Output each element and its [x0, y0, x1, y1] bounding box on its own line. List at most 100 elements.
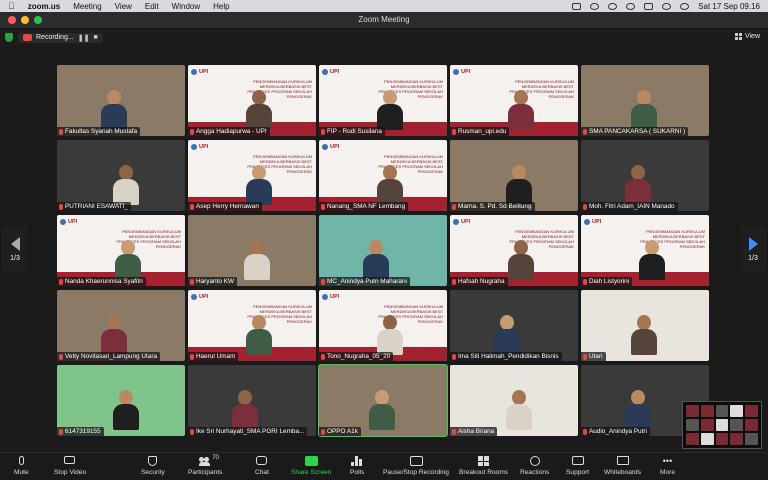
participant-body	[369, 404, 395, 430]
pause-stop-recording-button[interactable]: Pause/Stop Recording	[383, 456, 449, 476]
participant-name: Tono_Nugraha_05_20	[327, 353, 391, 360]
participant-tile[interactable]: UPI PENGEMBANGAN KURIKULUM MERDEKA BERBAS…	[319, 290, 447, 361]
participants-button[interactable]: 70 Participants	[188, 455, 222, 476]
chat-button[interactable]: Chat	[255, 456, 269, 476]
participant-tile[interactable]: Moh. Fitri Adam_IAIN Manado	[581, 140, 709, 211]
breakout-rooms-button[interactable]: Breakout Rooms	[459, 456, 508, 476]
self-view-thumbnail[interactable]	[682, 401, 762, 449]
next-page-button[interactable]: 1/3	[740, 226, 766, 272]
participant-tile[interactable]: UPI PENGEMBANGAN KURIKULUM MERDEKA BERBAS…	[57, 215, 185, 286]
share-screen-button[interactable]: Share Screen	[291, 456, 331, 476]
menu-app-name[interactable]: zoom.us	[28, 2, 60, 11]
participant-tile[interactable]: UPI PENGEMBANGAN KURIKULUM MERDEKA BERBAS…	[188, 65, 316, 136]
video-status-icon[interactable]	[572, 2, 582, 10]
stop-video-button[interactable]: Stop Video	[54, 456, 86, 476]
upi-logo: UPI	[584, 219, 601, 225]
siri-icon[interactable]	[680, 2, 690, 10]
participant-head	[514, 240, 528, 255]
mute-label: Mute	[14, 469, 29, 476]
participant-tile[interactable]: Fakultas Syariah Mustafa	[57, 65, 185, 136]
participant-body	[508, 254, 534, 280]
participant-tile[interactable]: Aisha Briana	[450, 365, 578, 436]
recording-indicator: Recording... ❚❚ ■	[18, 32, 103, 43]
participant-tile[interactable]: UPI PENGEMBANGAN KURIKULUM MERDEKA BERBAS…	[188, 290, 316, 361]
participant-tile[interactable]: UPI PENGEMBANGAN KURIKULUM MERDEKA BERBAS…	[319, 140, 447, 211]
menu-window[interactable]: Window	[172, 2, 200, 11]
more-button[interactable]: ••• More	[660, 456, 675, 476]
smiley-icon	[529, 456, 541, 467]
polls-button[interactable]: Polls	[350, 456, 364, 476]
chat-label: Chat	[255, 469, 269, 476]
menubar-clock[interactable]: Sat 17 Sep 09.16	[698, 2, 760, 11]
participant-silhouette	[101, 90, 127, 130]
participant-tile[interactable]: UPI PENGEMBANGAN KURIKULUM MERDEKA BERBAS…	[319, 65, 447, 136]
support-button[interactable]: Support	[566, 456, 589, 476]
menubar-status-area: Sat 17 Sep 09.16	[572, 2, 760, 11]
participant-name: PUTRIANI ESAWATI_	[65, 203, 128, 210]
participants-icon: 70	[199, 455, 219, 467]
menu-help[interactable]: Help	[213, 2, 229, 11]
gallery-view: 1/3 1/3 Fakultas Syariah Mustafa UPI PENGE…	[0, 46, 768, 452]
whiteboards-button[interactable]: Whiteboards	[604, 456, 641, 476]
participant-tile[interactable]: UPI PENGEMBANGAN KURIKULUM MERDEKA BERBAS…	[188, 140, 316, 211]
participant-body	[639, 254, 665, 280]
university-seal-icon	[453, 219, 459, 225]
menu-view[interactable]: View	[115, 2, 132, 11]
participant-tile[interactable]: UPI PENGEMBANGAN KURIKULUM MERDEKA BERBAS…	[450, 65, 578, 136]
cloud-icon[interactable]	[608, 2, 618, 10]
participant-tile[interactable]: OPPO A1k	[318, 364, 448, 437]
security-button[interactable]: Security	[141, 456, 165, 476]
pause-recording-icon[interactable]: ❚❚	[78, 34, 90, 42]
view-button[interactable]: View	[734, 33, 760, 40]
participant-silhouette	[246, 315, 272, 355]
participant-tile[interactable]: 6147319155	[57, 365, 185, 436]
participant-tile[interactable]: MC_Anindya Putri Maharani	[319, 215, 447, 286]
muted-mic-icon	[59, 278, 63, 285]
participant-tile[interactable]: SMA PANCAKARSA ( SUKARNI )	[581, 65, 709, 136]
upi-logo-text: UPI	[199, 69, 209, 75]
microphone-icon	[15, 456, 27, 467]
participant-tile[interactable]: Ima Siti Halimah_Pendidikan Bisnis	[450, 290, 578, 361]
wifi-icon[interactable]	[626, 2, 636, 10]
participant-silhouette	[113, 390, 139, 430]
support-icon	[571, 456, 584, 467]
participant-tile[interactable]: Marna. S. Pd. Sd Belitung	[450, 140, 578, 211]
apple-logo-icon[interactable]: 	[8, 1, 15, 11]
participant-head	[512, 165, 526, 180]
participant-tile[interactable]: PUTRIANI ESAWATI_	[57, 140, 185, 211]
search-icon[interactable]	[662, 2, 672, 10]
upi-logo-text: UPI	[461, 219, 471, 225]
participant-name: Audio_Anindya Putri	[589, 428, 647, 435]
previous-page-button[interactable]: 1/3	[2, 226, 28, 272]
participant-tile[interactable]: UPI PENGEMBANGAN KURIKULUM MERDEKA BERBAS…	[581, 215, 709, 286]
participant-name-label: Ima Siti Halimah_Pendidikan Bisnis	[450, 352, 562, 361]
chat-bubble-icon	[255, 456, 268, 467]
share-screen-label: Share Screen	[291, 469, 332, 476]
participant-name: Rusman_upi.edu	[458, 128, 507, 135]
breakout-rooms-label: Breakout Rooms	[459, 469, 509, 476]
muted-mic-icon	[452, 428, 456, 435]
meeting-status-bar: Recording... ❚❚ ■ View	[0, 29, 768, 46]
record-status-icon[interactable]	[590, 2, 600, 10]
university-seal-icon	[322, 294, 328, 300]
stop-recording-icon[interactable]: ■	[93, 34, 97, 41]
participant-silhouette	[101, 315, 127, 355]
muted-mic-icon	[59, 128, 63, 135]
participant-tile[interactable]: Ike Sri Nurhayati_SMA PGRI Lemba...	[188, 365, 316, 436]
participant-name-label: FIP - Rudi Susilana	[319, 127, 385, 136]
participant-silhouette	[377, 90, 403, 130]
menu-meeting[interactable]: Meeting	[73, 2, 101, 11]
participant-tile[interactable]: Utari	[581, 290, 709, 361]
participant-tile[interactable]: Haryanto KW	[188, 215, 316, 286]
menu-edit[interactable]: Edit	[145, 2, 159, 11]
battery-icon[interactable]	[644, 2, 654, 10]
participant-head	[383, 165, 397, 180]
reactions-button[interactable]: Reactions	[520, 456, 549, 476]
participant-name-label: Nanda Khaerunnisa Syafitri	[57, 277, 146, 286]
participant-silhouette	[246, 90, 272, 130]
participant-tile[interactable]: UPI PENGEMBANGAN KURIKULUM MERDEKA BERBAS…	[450, 215, 578, 286]
encryption-shield-icon[interactable]	[5, 33, 13, 42]
mute-button[interactable]: Mute	[14, 456, 29, 476]
university-seal-icon	[322, 69, 328, 75]
participant-tile[interactable]: Vetty Novitasari_Lampung Utara	[57, 290, 185, 361]
